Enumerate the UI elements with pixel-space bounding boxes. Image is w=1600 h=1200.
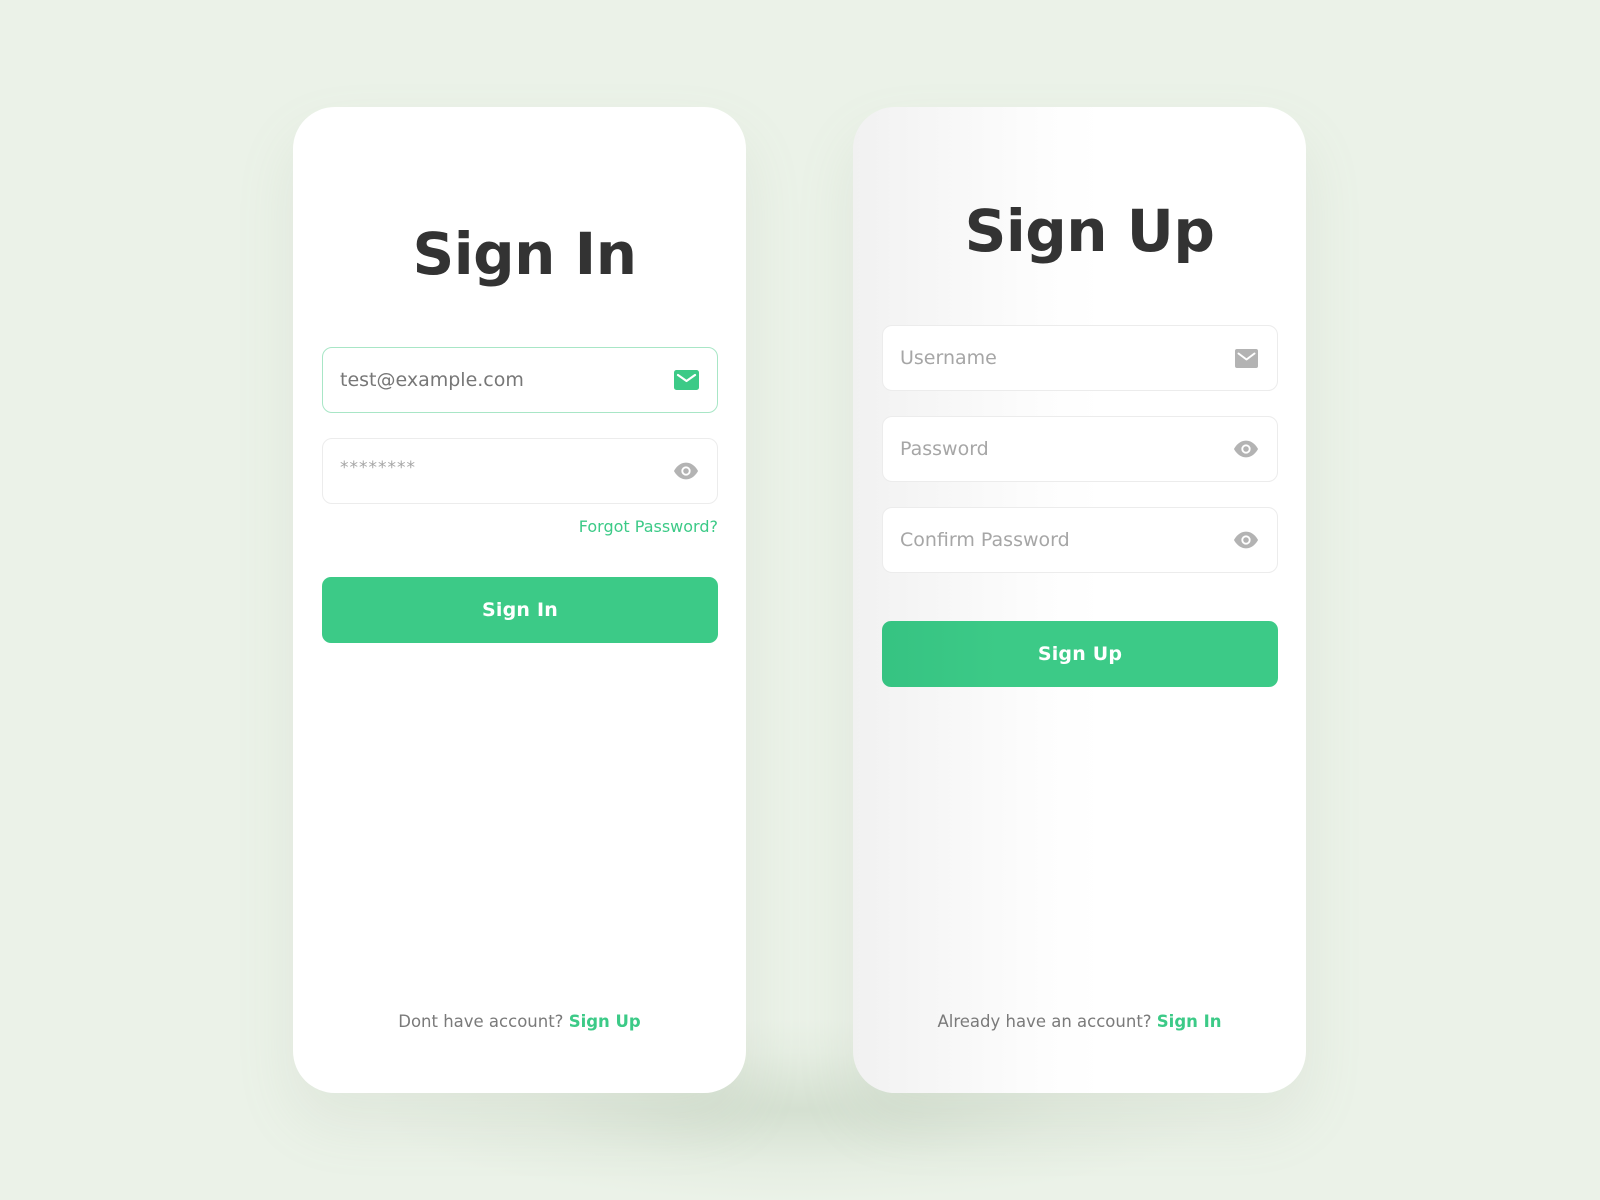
footer-text: Dont have account? <box>398 1012 564 1031</box>
username-input[interactable] <box>900 326 1233 390</box>
email-input[interactable] <box>340 348 673 412</box>
footer-text: Already have an account? <box>937 1012 1152 1031</box>
mail-icon <box>1233 347 1259 369</box>
confirm-password-field[interactable] <box>882 507 1278 573</box>
mail-icon <box>673 369 699 391</box>
password-field[interactable] <box>322 438 718 504</box>
password-input[interactable] <box>900 417 1233 481</box>
sign-up-link[interactable]: Sign Up <box>569 1012 641 1031</box>
password-field[interactable] <box>882 416 1278 482</box>
confirm-password-input[interactable] <box>900 508 1233 572</box>
forgot-password-link[interactable]: Forgot Password? <box>579 517 718 536</box>
sign-in-footer: Dont have account? Sign Up <box>293 1012 746 1031</box>
sign-in-link[interactable]: Sign In <box>1157 1012 1222 1031</box>
sign-in-title: Sign In <box>412 220 637 288</box>
sign-in-button[interactable]: Sign In <box>322 577 718 643</box>
eye-icon[interactable] <box>1233 438 1259 460</box>
sign-in-card: Sign In Forgot Password? Sign In <box>293 107 746 1093</box>
sign-up-footer: Already have an account? Sign In <box>853 1012 1306 1031</box>
eye-icon[interactable] <box>673 460 699 482</box>
username-field[interactable] <box>882 325 1278 391</box>
eye-icon[interactable] <box>1233 529 1259 551</box>
stage: Sign In Forgot Password? Sign In <box>0 0 1600 1200</box>
password-input[interactable] <box>340 439 673 503</box>
sign-up-card: Sign Up Username Sign Up Already have an… <box>853 107 1306 1093</box>
email-field[interactable] <box>322 347 718 413</box>
sign-up-button[interactable]: Sign Up <box>882 621 1278 687</box>
sign-up-title: Sign Up <box>964 197 1215 265</box>
